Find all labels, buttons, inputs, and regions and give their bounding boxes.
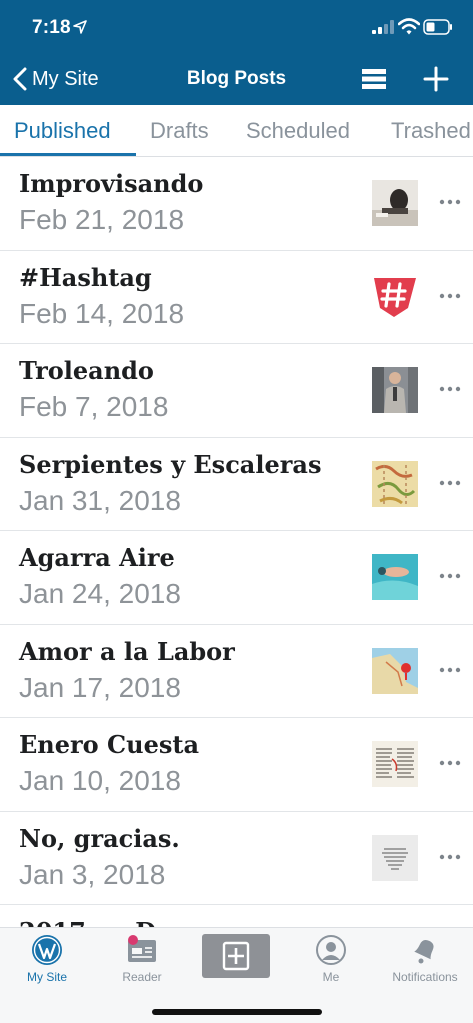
more-options-button[interactable]: [434, 748, 466, 778]
tab-my-site-label: My Site: [26, 970, 67, 984]
post-date: Jan 24, 2018: [19, 578, 181, 609]
post-date: Feb 7, 2018: [19, 391, 169, 422]
ellipsis-icon: [439, 480, 461, 485]
desk-photo-icon: [372, 180, 418, 226]
person-photo-icon: [372, 367, 418, 413]
hashtag-logo-icon: [372, 273, 418, 320]
wifi-icon: [398, 18, 420, 35]
post-thumbnail: [372, 647, 418, 694]
post-thumbnail: [372, 554, 418, 600]
tab-drafts[interactable]: Drafts: [150, 118, 209, 144]
post-thumbnail: [372, 367, 418, 413]
status-bar: 7:18: [0, 0, 473, 50]
tab-my-site[interactable]: My Site: [2, 934, 92, 994]
underwater-photo-icon: [372, 554, 418, 600]
more-options-button[interactable]: [434, 281, 466, 311]
map-photo-icon: [372, 647, 418, 694]
post-date: Jan 3, 2018: [19, 858, 166, 890]
post-status-tabs: Published Drafts Scheduled Trashed: [0, 105, 473, 157]
tab-notifications[interactable]: Notifications: [380, 934, 470, 994]
more-options-button[interactable]: [434, 374, 466, 404]
post-row[interactable]: Serpientes y Escaleras Jan 31, 2018: [0, 438, 473, 531]
post-thumbnail: [372, 834, 418, 881]
home-indicator: [152, 1009, 322, 1015]
post-date: Jan 10, 2018: [19, 765, 181, 796]
tab-reader[interactable]: Reader: [97, 934, 187, 994]
ellipsis-icon: [439, 293, 461, 298]
post-title: Improvisando: [19, 169, 204, 198]
tab-notifications-label: Notifications: [392, 970, 458, 984]
list-layout-icon: [362, 69, 386, 89]
location-arrow-icon: [73, 20, 87, 34]
ellipsis-icon: [439, 199, 461, 205]
post-thumbnail: [372, 180, 418, 226]
ellipsis-icon: [439, 854, 461, 859]
post-title: Agarra Aire: [19, 543, 175, 572]
tab-me-label: Me: [322, 970, 340, 984]
bell-icon: [414, 940, 434, 964]
navigation-bar: My Site Blog Posts: [0, 50, 473, 105]
post-title: 2017 en Dos: [19, 917, 186, 927]
post-title: No, gracias.: [19, 823, 180, 853]
more-options-button[interactable]: [434, 187, 466, 217]
ellipsis-icon: [439, 760, 461, 766]
post-row[interactable]: Improvisando Feb 21, 2018: [0, 157, 473, 251]
more-options-button[interactable]: [434, 842, 466, 872]
post-title: Serpientes y Escaleras: [19, 449, 322, 479]
battery-icon: [423, 19, 452, 35]
post-title: Enero Cuesta: [19, 730, 199, 759]
status-time: 7:18: [32, 17, 71, 38]
tab-reader-label: Reader: [122, 970, 162, 984]
post-row[interactable]: Amor a la Labor Jan 17, 2018: [0, 625, 473, 718]
post-date: Feb 21, 2018: [19, 204, 185, 235]
new-post-button[interactable]: [202, 934, 270, 978]
add-post-button[interactable]: [421, 64, 451, 94]
text-card-icon: [372, 834, 418, 881]
post-row[interactable]: No, gracias. Jan 3, 2018: [0, 812, 473, 905]
tab-scheduled[interactable]: Scheduled: [246, 118, 350, 144]
ellipsis-icon: [439, 573, 461, 579]
post-thumbnail: [372, 741, 418, 787]
post-row[interactable]: Troleando Feb 7, 2018: [0, 344, 473, 438]
tab-trashed[interactable]: Trashed: [391, 118, 471, 144]
post-date: Jan 31, 2018: [19, 484, 181, 516]
post-thumbnail: [372, 460, 418, 507]
back-button-label: My Site: [32, 67, 99, 90]
post-title: Amor a la Labor: [19, 636, 235, 666]
bottom-tab-bar: My Site Reader Me Notifications: [0, 927, 473, 1023]
list-view-button[interactable]: [359, 64, 389, 94]
tab-me[interactable]: Me: [286, 934, 376, 994]
back-button[interactable]: My Site: [12, 64, 99, 94]
post-row[interactable]: #Hashtag Feb 14, 2018: [0, 251, 473, 344]
app-header: 7:18 My Site Blog Posts: [0, 0, 473, 105]
post-thumbnail: [372, 273, 418, 320]
post-row[interactable]: Agarra Aire Jan 24, 2018: [0, 531, 473, 625]
write-icon: [222, 941, 250, 971]
active-tab-indicator: [0, 153, 136, 156]
reader-icon: [128, 935, 156, 962]
post-date: Jan 17, 2018: [19, 671, 181, 703]
wordpress-logo-icon: [32, 935, 62, 965]
board-game-photo-icon: [372, 460, 418, 507]
post-title: #Hashtag: [19, 262, 152, 292]
chevron-left-icon: [13, 67, 27, 91]
more-options-button[interactable]: [434, 655, 466, 685]
post-row[interactable]: 2017 en Dos: [0, 905, 473, 927]
ellipsis-icon: [439, 667, 461, 672]
post-date: Feb 14, 2018: [19, 297, 185, 329]
tab-published[interactable]: Published: [14, 118, 111, 144]
ellipsis-icon: [439, 386, 461, 392]
more-options-button[interactable]: [434, 468, 466, 498]
cellular-signal-icon: [372, 20, 394, 34]
more-options-button[interactable]: [434, 561, 466, 591]
post-title: Troleando: [19, 356, 154, 385]
post-row[interactable]: Enero Cuesta Jan 10, 2018: [0, 718, 473, 812]
user-avatar-icon: [316, 935, 346, 965]
document-photo-icon: [372, 741, 418, 787]
post-list[interactable]: Improvisando Feb 21, 2018 #Hashtag Feb 1…: [0, 157, 473, 927]
plus-icon: [423, 66, 449, 92]
